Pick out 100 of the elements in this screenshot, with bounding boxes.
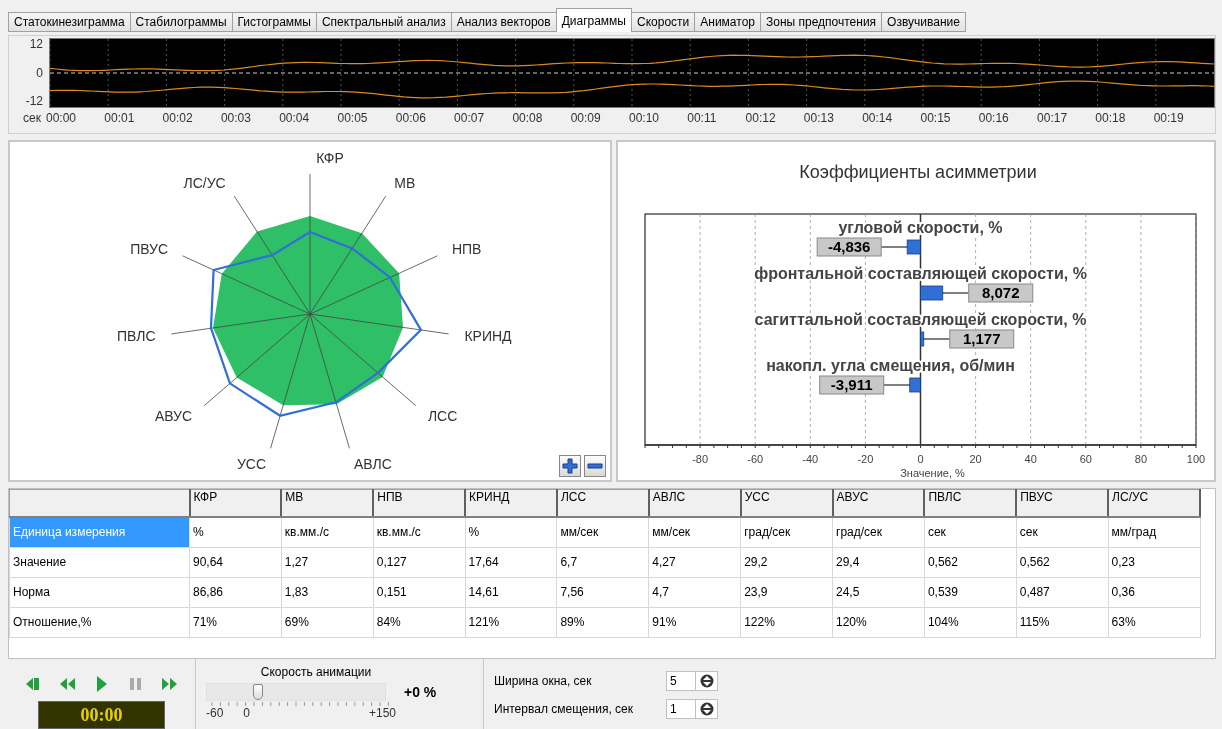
time-label: 00:05: [337, 111, 369, 125]
data-label: 1,177: [962, 329, 1001, 347]
tab[interactable]: Диаграммы: [555, 8, 632, 32]
time-label: 00:08: [512, 111, 544, 125]
axis-label: -12: [25, 95, 43, 108]
scale-label: -60: [206, 707, 224, 720]
table-cell: мм/град: [1108, 516, 1200, 548]
time-label: 00:15: [920, 111, 952, 125]
table-cell: 1,83: [281, 577, 374, 608]
column-header[interactable]: УСС: [740, 489, 833, 517]
value-label: 1,177: [949, 329, 1015, 349]
tick-label: 60: [1079, 452, 1092, 465]
tab[interactable]: Зоны предпочтения: [760, 12, 883, 32]
row-label[interactable]: Отношение,%: [9, 607, 190, 638]
setting-label: Ширина окна, сек: [494, 674, 593, 688]
table-cell: 69%: [281, 607, 374, 638]
table-cell: 89%: [556, 607, 649, 638]
time-label: 00:19: [1153, 111, 1185, 125]
leader-line: [923, 338, 951, 340]
leader-line: [880, 246, 908, 248]
table-cell: 115%: [1016, 607, 1109, 638]
table-cell: %: [465, 516, 557, 548]
tab[interactable]: Статокинезиграмма: [8, 12, 131, 32]
chart-title: Коэффициенты асимметрии: [799, 161, 1037, 182]
time-label: 00:06: [395, 111, 427, 125]
tick-label: -20: [857, 452, 874, 465]
column-header[interactable]: КФР: [189, 489, 282, 517]
tab[interactable]: Скорости: [631, 12, 696, 32]
axis-label: 12: [29, 38, 43, 51]
table-cell: 7,56: [556, 577, 649, 608]
tab[interactable]: Спектральный анализ: [315, 12, 452, 32]
time-label: 00:00: [46, 111, 78, 125]
spin-field[interactable]: 5: [666, 671, 696, 691]
row-label[interactable]: Норма: [9, 577, 190, 608]
bar: [920, 285, 944, 300]
speed-slider[interactable]: [206, 683, 386, 701]
bar: [920, 331, 925, 346]
tab[interactable]: Гистограммы: [231, 12, 317, 32]
column-header[interactable]: МВ: [281, 489, 374, 517]
speed-label: Скорость анимации: [259, 665, 373, 679]
spin-field[interactable]: 1: [666, 699, 696, 719]
tab[interactable]: Аниматор: [694, 12, 761, 32]
column-header[interactable]: ЛСС: [556, 489, 649, 517]
tab[interactable]: Стабилограммы: [129, 12, 233, 32]
tick-label: -80: [692, 452, 709, 465]
time-label: 00:11: [687, 111, 718, 125]
axis-label: АВУС: [154, 407, 193, 424]
axis-label: ПВЛС: [117, 327, 156, 344]
time-label: 00:13: [803, 111, 835, 125]
spin-button[interactable]: [696, 671, 718, 691]
speed-reading: +0 %: [404, 684, 437, 700]
time-label: 00:16: [978, 111, 1010, 125]
bar: [909, 377, 921, 392]
time-label: 00:01: [104, 111, 136, 125]
axis-label: ЛС/УС: [183, 174, 226, 191]
time-display: 00:00: [38, 701, 165, 729]
rewind-button[interactable]: [58, 675, 78, 693]
table-cell: 24,5: [832, 577, 925, 608]
table-cell: 14,61: [465, 577, 557, 608]
tick-label: 100: [1186, 452, 1206, 465]
row-label[interactable]: Значение: [9, 547, 190, 578]
table-cell: 0,539: [924, 577, 1017, 608]
table-cell: 91%: [648, 607, 741, 638]
table-cell: 120%: [832, 607, 925, 638]
column-header[interactable]: ПВЛС: [924, 489, 1017, 517]
tick-label: 0: [917, 452, 924, 465]
column-header[interactable]: КРИНД: [465, 489, 557, 517]
spin-button[interactable]: [696, 699, 718, 719]
zoom-in-button[interactable]: [559, 454, 581, 477]
value-label: -3,911: [819, 375, 885, 395]
column-header[interactable]: АВЛС: [648, 489, 741, 517]
axis-title: Значение, %: [900, 466, 965, 479]
table-cell: %: [189, 516, 282, 548]
tick-label: 80: [1134, 452, 1148, 465]
time-label: 00:18: [1095, 111, 1127, 125]
column-header[interactable]: АВУС: [832, 489, 925, 517]
tab[interactable]: Озвучивание: [881, 12, 966, 32]
setting-label: Интервал смещения, сек: [494, 702, 634, 716]
column-header[interactable]: ЛС/УС: [1108, 489, 1200, 517]
table-cell: 1,27: [281, 547, 374, 578]
axis-label: УСС: [236, 455, 267, 472]
tick-label: 20: [969, 452, 982, 465]
plus-icon: [562, 457, 578, 474]
tick-label: -40: [802, 452, 819, 465]
table-cell: 121%: [465, 607, 557, 638]
axis-label: КФР: [316, 149, 344, 166]
table-cell: 86,86: [189, 577, 282, 608]
slider-thumb[interactable]: [252, 684, 263, 700]
column-header[interactable]: ПВУС: [1016, 489, 1109, 517]
time-label: 00:14: [862, 111, 894, 125]
axis-label: 0: [36, 66, 43, 80]
axis-label: КРИНД: [464, 327, 512, 344]
time-label: 00:17: [1037, 111, 1069, 125]
tab[interactable]: Анализ векторов: [450, 12, 557, 32]
table-cell: 0,127: [373, 547, 466, 578]
table-cell: 90,64: [189, 547, 282, 578]
data-label: 8,072: [981, 283, 1020, 301]
axis-label: НПВ: [451, 240, 482, 257]
zoom-out-button[interactable]: [584, 454, 606, 477]
column-header[interactable]: НПВ: [373, 489, 466, 517]
